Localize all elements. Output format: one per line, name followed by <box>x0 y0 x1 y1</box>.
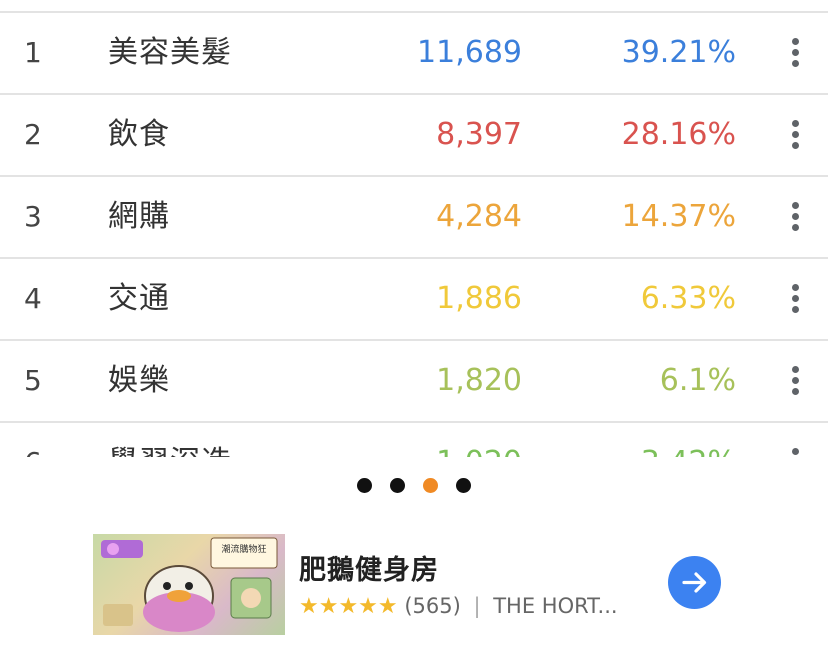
row-count: 1,020 <box>436 423 522 457</box>
row-rank: 4 <box>24 282 42 315</box>
row-count: 1,886 <box>436 281 522 316</box>
row-rank: 3 <box>24 200 42 233</box>
ad-thumbnail-illustration: 潮流購物狂 <box>101 537 278 632</box>
ad-source: THE HORT... <box>493 594 618 618</box>
pagination-dot-active[interactable] <box>423 478 438 493</box>
row-category-name: 網購 <box>108 199 170 234</box>
row-category-name: 交通 <box>108 281 170 316</box>
table-row[interactable]: 4 交通 1,886 6.33% <box>0 259 828 341</box>
pagination-dot[interactable] <box>357 478 372 493</box>
ad-meta-separator: | <box>473 594 481 618</box>
row-category-name: 娛樂 <box>108 363 170 398</box>
row-percent: 3.42% <box>641 423 736 457</box>
ranking-table[interactable]: 1 美容美髮 11,689 39.21% 2 飲食 8,397 28.16% 3 網購 4,284 1… <box>0 13 828 457</box>
row-percent: 6.33% <box>640 281 736 316</box>
table-row[interactable]: 1 美容美髮 11,689 39.21% <box>0 13 828 95</box>
row-count: 8,397 <box>436 117 522 152</box>
table-row[interactable]: 3 網購 4,284 14.37% <box>0 177 828 259</box>
table-row[interactable]: 6 學習深造 1,020 3.42% <box>0 423 828 457</box>
ad-banner[interactable]: 潮流購物狂 肥鵝健身房 ★★★★★ (565) | THE HORT... <box>93 534 733 636</box>
row-count: 4,284 <box>436 199 522 234</box>
more-vert-icon[interactable] <box>782 281 810 317</box>
row-rank: 5 <box>24 364 42 397</box>
ad-thumb-badge-text: 潮流購物狂 <box>221 543 266 555</box>
row-category-name: 美容美髮 <box>108 35 232 70</box>
more-vert-icon[interactable] <box>782 35 810 71</box>
row-rank: 1 <box>24 36 42 69</box>
row-count: 11,689 <box>417 35 522 70</box>
table-row[interactable]: 5 娛樂 1,820 6.1% <box>0 341 828 423</box>
arrow-right-icon <box>682 572 707 593</box>
row-percent: 6.1% <box>659 363 736 398</box>
pagination-dot[interactable] <box>456 478 471 493</box>
table-row[interactable]: 2 飲食 8,397 28.16% <box>0 95 828 177</box>
star-rating-icon: ★★★★★ <box>299 594 398 619</box>
row-category-name: 學習深造 <box>108 423 232 457</box>
ad-title[interactable]: 肥鵝健身房 <box>299 548 439 587</box>
ad-go-button[interactable] <box>668 556 721 609</box>
row-percent: 14.37% <box>621 199 736 234</box>
more-vert-icon[interactable] <box>782 363 810 399</box>
ad-thumbnail[interactable]: 潮流購物狂 <box>93 534 285 635</box>
carousel-pagination <box>0 478 828 494</box>
ad-meta: ★★★★★ (565) | THE HORT... <box>299 594 618 619</box>
pagination-dot[interactable] <box>390 478 405 493</box>
row-percent: 39.21% <box>621 35 736 70</box>
more-vert-icon[interactable] <box>782 445 810 457</box>
more-vert-icon[interactable] <box>782 117 810 153</box>
row-count: 1,820 <box>436 363 522 398</box>
more-vert-icon[interactable] <box>782 199 810 235</box>
row-category-name: 飲食 <box>108 117 170 152</box>
row-rank: 6 <box>24 423 42 457</box>
row-rank: 2 <box>24 118 42 151</box>
row-percent: 28.16% <box>621 117 736 152</box>
ad-review-count: (565) <box>404 594 461 618</box>
